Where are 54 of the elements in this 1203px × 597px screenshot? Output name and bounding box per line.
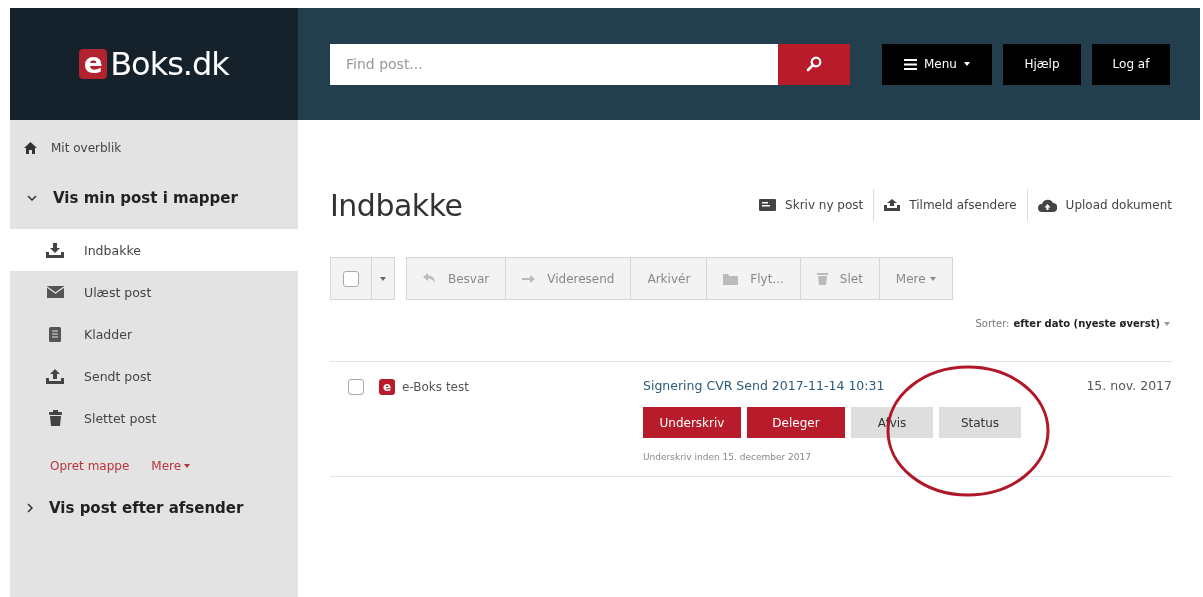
chevron-down-icon: [27, 195, 37, 201]
search-icon: [806, 56, 822, 72]
action-button[interactable]: Underskriv: [643, 407, 741, 438]
section-toggle[interactable]: Vis post efter afsender: [10, 493, 250, 523]
menu-button[interactable]: Menu: [882, 43, 992, 85]
folder-item[interactable]: Kladder: [10, 313, 298, 355]
message-date: 15. nov. 2017: [1086, 378, 1172, 393]
caret-icon: [1164, 321, 1170, 326]
search-field[interactable]: Find post...: [330, 43, 778, 85]
action-button[interactable]: Status: [939, 407, 1021, 438]
trash-icon: [48, 410, 62, 426]
chevron-right-icon: [27, 503, 33, 513]
cloud-upload-icon: [1037, 198, 1057, 212]
action-link[interactable]: Skriv ny post: [749, 189, 874, 221]
sender-logo: e: [379, 379, 395, 395]
envelope-icon: [759, 199, 777, 211]
download-tray-icon: [46, 242, 64, 258]
menu-icon: [904, 58, 917, 70]
trash-icon: [816, 272, 828, 285]
sender-name: e-Boks test: [402, 380, 469, 394]
caret-icon: [380, 276, 386, 281]
message-subject[interactable]: Signering CVR Send 2017-11-14 10:31: [643, 378, 1087, 393]
folder-icon: [723, 272, 739, 285]
search-button[interactable]: [778, 43, 850, 85]
more-link[interactable]: Mere: [151, 459, 191, 473]
header-button[interactable]: Hjælp: [1003, 43, 1081, 85]
section-toggle[interactable]: Vis min post i mapper: [10, 183, 244, 213]
reply-arrow-icon: [423, 273, 436, 284]
deadline-note: Underskriv inden 15. december 2017: [643, 452, 812, 462]
folder-item[interactable]: Sendt post: [10, 355, 298, 397]
home-icon: [24, 142, 37, 154]
sort-label: Sorter:: [975, 318, 1010, 329]
checkbox[interactable]: [343, 270, 359, 287]
folder-item[interactable]: Indbakke: [10, 229, 298, 271]
document-icon: [49, 326, 61, 342]
page-title: Indbakke: [330, 187, 463, 223]
logo[interactable]: e Boks.dk: [10, 8, 298, 120]
overview-link[interactable]: Mit overblik: [10, 137, 298, 159]
checkbox[interactable]: [348, 379, 364, 395]
caret-icon: [963, 62, 970, 66]
folder-item[interactable]: Slettet post: [10, 397, 298, 439]
forward-arrow-icon: [522, 274, 536, 283]
sort-dropdown[interactable]: efter dato (nyeste øverst): [1013, 318, 1160, 329]
upload-tray-icon: [884, 199, 901, 211]
caret-icon: [184, 464, 191, 468]
upload-tray-icon: [46, 368, 64, 384]
action-link[interactable]: Tilmeld afsendere: [873, 189, 1027, 221]
action-button[interactable]: Deleger: [747, 407, 845, 438]
action-link[interactable]: Upload dokument: [1026, 189, 1172, 221]
envelope-icon: [46, 286, 64, 298]
folder-item[interactable]: Ulæst post: [10, 271, 298, 313]
caret-icon: [929, 276, 936, 281]
create-folder-link[interactable]: Opret mappe: [50, 459, 130, 473]
header-button[interactable]: Log af: [1092, 43, 1170, 85]
